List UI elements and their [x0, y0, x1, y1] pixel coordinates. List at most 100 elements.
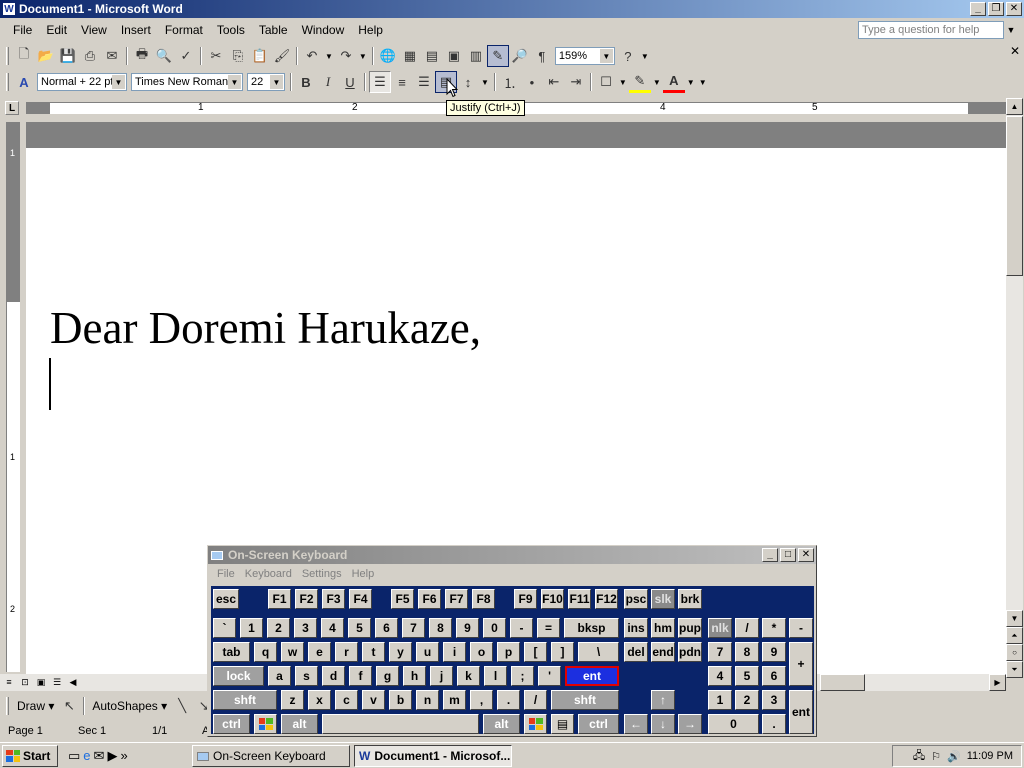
hyperlink-icon[interactable]: 🌐	[377, 45, 399, 67]
key-7[interactable]: 7	[402, 618, 425, 638]
key-num-4[interactable]: 4	[708, 666, 732, 686]
show-desktop-icon[interactable]: ▭	[68, 748, 80, 764]
key-backslash[interactable]: \	[578, 642, 619, 662]
help-dropdown-arrow-icon[interactable]: ▼	[1004, 21, 1018, 39]
font-color-icon[interactable]: A	[662, 71, 685, 93]
key-f2[interactable]: F2	[295, 589, 318, 609]
key-num-enter[interactable]: ent	[789, 690, 813, 734]
align-right-icon[interactable]: ☰	[413, 71, 435, 93]
toolbar-options-icon[interactable]: ▼	[699, 78, 707, 87]
scroll-up-icon[interactable]: ▲	[1006, 98, 1023, 115]
key-i[interactable]: i	[443, 642, 466, 662]
key-right-arrow[interactable]: →	[678, 714, 702, 734]
osk-menu-settings[interactable]: Settings	[297, 568, 347, 580]
key-home[interactable]: hm	[651, 618, 675, 638]
key-num-1[interactable]: 1	[708, 690, 732, 710]
key-right-windows[interactable]	[524, 714, 547, 734]
new-document-icon[interactable]: 🗋	[13, 45, 35, 67]
email-icon[interactable]: ✉	[101, 45, 123, 67]
key-semicolon[interactable]: ;	[511, 666, 534, 686]
taskbar-item-word[interactable]: W Document1 - Microsof...	[354, 745, 512, 767]
normal-view-icon[interactable]: ≡	[2, 675, 16, 689]
help-search-input[interactable]: Type a question for help	[858, 21, 1004, 39]
key-f12[interactable]: F12	[595, 589, 618, 609]
internet-explorer-icon[interactable]: e	[83, 748, 90, 764]
key-num-9[interactable]: 9	[762, 642, 786, 662]
key-u[interactable]: u	[416, 642, 439, 662]
key-5[interactable]: 5	[348, 618, 371, 638]
font-select[interactable]: Times New Roman ▼	[131, 73, 243, 91]
key-tab[interactable]: tab	[213, 642, 250, 662]
key-f9[interactable]: F9	[514, 589, 537, 609]
highlight-icon[interactable]: ✎	[628, 71, 651, 93]
key-backtick[interactable]: `	[213, 618, 236, 638]
key-brk[interactable]: brk	[678, 589, 702, 609]
key-2[interactable]: 2	[267, 618, 290, 638]
zoom-select[interactable]: 159% ▼	[554, 47, 615, 65]
key-a[interactable]: a	[268, 666, 291, 686]
save-icon[interactable]: 💾	[57, 45, 79, 67]
menu-help[interactable]: Help	[351, 23, 390, 37]
key-left-bracket[interactable]: [	[524, 642, 547, 662]
previous-page-icon[interactable]: ⏶	[1006, 627, 1023, 644]
italic-button[interactable]: I	[317, 71, 339, 93]
key-y[interactable]: y	[389, 642, 412, 662]
key-enter[interactable]: ent	[565, 666, 619, 686]
tables-borders-icon[interactable]: ▦	[399, 45, 421, 67]
line-spacing-dropdown-icon[interactable]: ▼	[481, 78, 489, 87]
key-e[interactable]: e	[308, 642, 331, 662]
key-k[interactable]: k	[457, 666, 480, 686]
key-z[interactable]: z	[281, 690, 304, 710]
key-left-windows[interactable]	[254, 714, 277, 734]
volume-icon[interactable]: 🔊	[947, 750, 961, 763]
key-b[interactable]: b	[389, 690, 412, 710]
key-n[interactable]: n	[416, 690, 439, 710]
document-text[interactable]: Dear Doremi Harukaze,	[50, 302, 481, 354]
scroll-right-icon[interactable]: ▶	[989, 674, 1006, 691]
key-num-minus[interactable]: -	[789, 618, 813, 638]
minimize-button[interactable]: _	[970, 2, 986, 16]
osk-minimize-button[interactable]: _	[762, 548, 778, 562]
key-minus[interactable]: -	[510, 618, 533, 638]
key-x[interactable]: x	[308, 690, 331, 710]
undo-dropdown-icon[interactable]: ▼	[325, 52, 333, 61]
start-button[interactable]: Start	[2, 744, 58, 767]
key-num-multiply[interactable]: *	[762, 618, 786, 638]
vertical-scrollbar[interactable]: ▲ ▼ ⏶ ○ ⏷	[1006, 98, 1023, 678]
key-del[interactable]: del	[624, 642, 648, 662]
word-app-icon[interactable]: W	[2, 2, 16, 16]
scroll-left-icon[interactable]: ◀	[66, 675, 80, 689]
network-icon[interactable]: 🖧	[913, 747, 925, 766]
key-num-3[interactable]: 3	[762, 690, 786, 710]
key-w[interactable]: w	[281, 642, 304, 662]
key-v[interactable]: v	[362, 690, 385, 710]
key-num-0[interactable]: 0	[708, 714, 759, 734]
toolbar-grip[interactable]	[6, 697, 9, 715]
key-comma[interactable]: ,	[470, 690, 493, 710]
osk-title-bar[interactable]: On-Screen Keyboard	[208, 546, 816, 564]
key-slash[interactable]: /	[524, 690, 547, 710]
vertical-scroll-thumb[interactable]	[1006, 116, 1023, 276]
key-pagedown[interactable]: pdn	[678, 642, 702, 662]
insert-excel-icon[interactable]: ▣	[443, 45, 465, 67]
menu-format[interactable]: Format	[158, 23, 210, 37]
key-right-shift[interactable]: shft	[551, 690, 619, 710]
key-right-ctrl[interactable]: ctrl	[578, 714, 619, 734]
osk-close-button[interactable]: ✕	[798, 548, 814, 562]
key-pageup[interactable]: pup	[678, 618, 702, 638]
line-spacing-icon[interactable]: ↕	[457, 71, 479, 93]
tab-selector[interactable]: L	[5, 101, 19, 115]
menu-table[interactable]: Table	[252, 23, 295, 37]
print-icon[interactable]: 🖶	[131, 45, 153, 67]
next-page-icon[interactable]: ⏷	[1006, 661, 1023, 678]
undo-icon[interactable]: ↶	[301, 45, 323, 67]
font-dropdown-icon[interactable]: ▼	[228, 75, 241, 89]
scroll-down-icon[interactable]: ▼	[1006, 610, 1023, 627]
key-q[interactable]: q	[254, 642, 277, 662]
key-f4[interactable]: F4	[349, 589, 372, 609]
show-hide-icon[interactable]: ¶	[531, 45, 553, 67]
drawing-icon[interactable]: ✎	[486, 45, 509, 67]
permission-icon[interactable]: ⎙	[79, 45, 101, 67]
toolbar-grip[interactable]	[6, 47, 9, 65]
key-esc[interactable]: esc	[213, 589, 239, 609]
